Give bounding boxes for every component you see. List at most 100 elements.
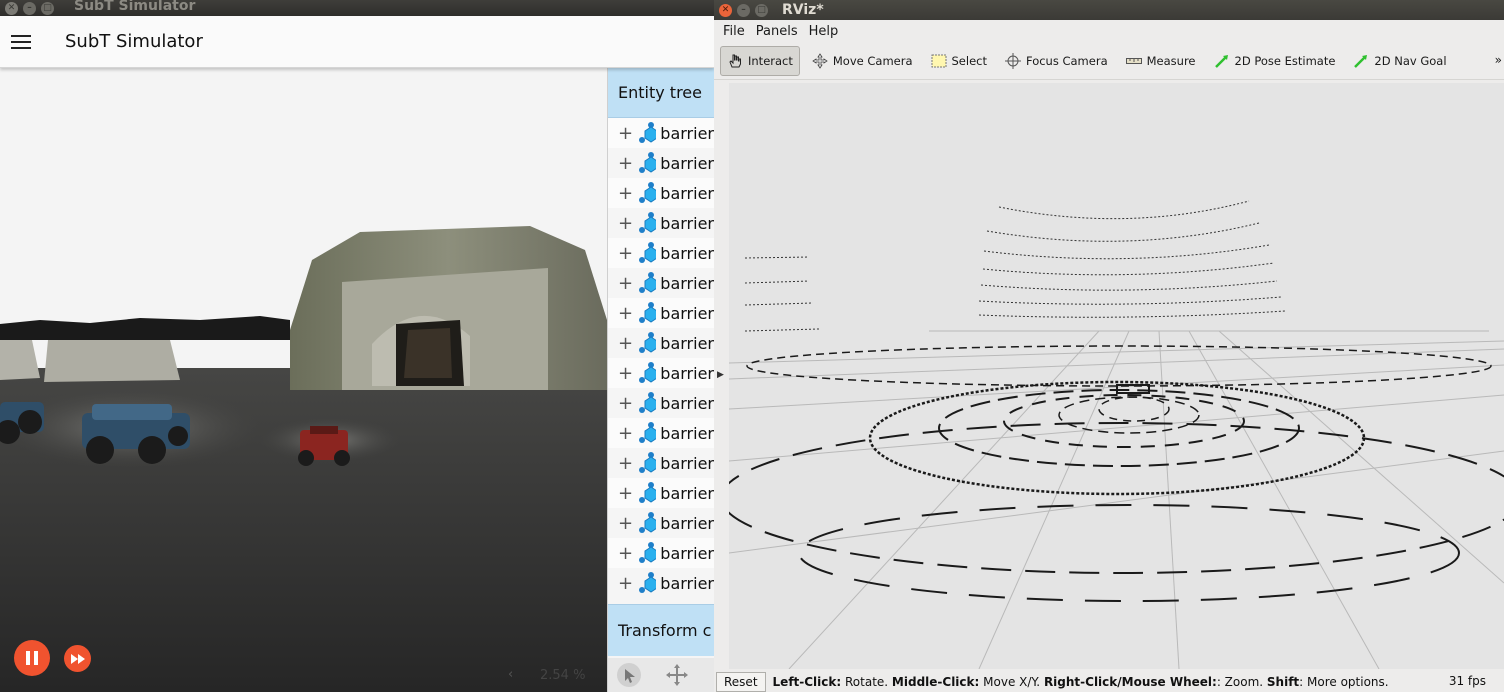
minimize-icon[interactable]: – <box>737 3 750 17</box>
rviz-3d-viewport[interactable] <box>720 83 1504 670</box>
model-icon <box>639 542 657 563</box>
select-icon <box>931 54 947 68</box>
tool-interact[interactable]: Interact <box>720 46 800 76</box>
tree-item[interactable]: + barrier <box>608 448 714 478</box>
hint-text: Move X/Y. <box>979 674 1044 689</box>
model-icon <box>639 212 657 233</box>
expand-icon[interactable]: + <box>618 393 633 414</box>
window-title: RViz* <box>782 2 824 18</box>
tool-measure[interactable]: Measure <box>1120 46 1202 76</box>
expand-icon[interactable]: + <box>618 513 633 534</box>
tool-label: Interact <box>748 54 793 68</box>
expand-icon[interactable]: + <box>618 543 633 564</box>
tree-item[interactable]: + barrier <box>608 298 714 328</box>
expand-icon[interactable]: + <box>618 153 633 174</box>
expand-icon[interactable]: + <box>618 333 633 354</box>
menu-bar: File Panels Help <box>714 20 1504 43</box>
hint-key: Left-Click: <box>772 674 842 689</box>
tree-item[interactable]: + barrier <box>608 208 714 238</box>
tree-item-label: barrier <box>660 153 714 173</box>
subt-titlebar: ✕ – □ SubT Simulator <box>0 0 714 16</box>
tree-item[interactable]: + barrier <box>608 238 714 268</box>
hint-text: : Zoom. <box>1216 674 1267 689</box>
tree-item-label: barrier <box>660 453 714 473</box>
tree-item[interactable]: + barrier <box>608 148 714 178</box>
entity-tree-header[interactable]: Entity tree <box>608 68 714 118</box>
expand-icon[interactable]: + <box>618 453 633 474</box>
close-icon[interactable]: ✕ <box>719 3 732 17</box>
tree-item[interactable]: + barrier <box>608 328 714 358</box>
model-icon <box>639 302 657 323</box>
robot-3 <box>298 426 350 466</box>
expand-icon[interactable]: + <box>618 573 633 594</box>
menu-help[interactable]: Help <box>809 24 839 39</box>
step-forward-button[interactable] <box>64 645 91 672</box>
model-icon <box>639 242 657 263</box>
expand-icon[interactable]: + <box>618 273 633 294</box>
tree-item-label: barrier <box>660 213 714 233</box>
tool-2d-nav-goal[interactable]: 2D Nav Goal <box>1347 46 1452 76</box>
expand-icon[interactable]: + <box>618 243 633 264</box>
menu-file[interactable]: File <box>723 24 745 39</box>
close-icon[interactable]: ✕ <box>5 1 18 15</box>
pose-arrow-icon <box>1214 53 1230 69</box>
3d-scene-viewport[interactable] <box>0 68 607 692</box>
tool-2d-pose-estimate[interactable]: 2D Pose Estimate <box>1208 46 1342 76</box>
tree-item[interactable]: + barrier <box>608 568 714 598</box>
select-mode-icon[interactable] <box>616 662 642 688</box>
expand-icon[interactable]: + <box>618 213 633 234</box>
tree-item[interactable]: + barrier <box>608 268 714 298</box>
tool-label: Measure <box>1146 54 1196 68</box>
app-header: SubT Simulator <box>0 16 714 68</box>
menu-icon[interactable] <box>11 31 31 53</box>
expand-icon[interactable]: + <box>618 303 633 324</box>
tree-item[interactable]: + barrier <box>608 388 714 418</box>
maximize-icon[interactable]: □ <box>755 3 768 17</box>
minimize-icon[interactable]: – <box>23 1 36 15</box>
zoom-decrease-icon[interactable]: ‹ <box>508 667 513 682</box>
nav-goal-arrow-icon <box>1353 53 1369 69</box>
model-icon <box>639 152 657 173</box>
pause-button[interactable] <box>14 640 50 676</box>
tree-item[interactable]: + barrier <box>608 358 714 388</box>
tool-focus-camera[interactable]: Focus Camera <box>999 46 1114 76</box>
maximize-icon[interactable]: □ <box>41 1 54 15</box>
tree-item-label: barrier <box>660 183 714 203</box>
ruler-icon <box>1125 57 1142 65</box>
hint-key: Shift <box>1266 674 1300 689</box>
tree-item[interactable]: + barrier <box>608 418 714 448</box>
tool-move-camera[interactable]: Move Camera <box>806 46 919 76</box>
model-icon <box>639 272 657 293</box>
expand-icon[interactable]: + <box>618 363 633 384</box>
expand-icon[interactable]: + <box>618 483 633 504</box>
tree-item-label: barrier <box>660 243 714 263</box>
tool-label: Move Camera <box>832 54 913 68</box>
expand-icon[interactable]: + <box>618 423 633 444</box>
tool-select[interactable]: Select <box>925 46 993 76</box>
zoom-level: 2.54 % <box>540 668 586 683</box>
tree-item-label: barrier <box>660 513 714 533</box>
expand-icon[interactable]: + <box>618 123 633 144</box>
tool-label: Focus Camera <box>1025 54 1108 68</box>
tree-item-label: barrier <box>660 303 714 323</box>
tree-item[interactable]: + barrier <box>608 178 714 208</box>
toolbar-overflow-icon[interactable]: » <box>1495 53 1502 67</box>
status-bar: Reset Left-Click: Rotate. Middle-Click: … <box>714 671 1504 692</box>
expand-icon[interactable]: + <box>618 183 633 204</box>
translate-mode-icon[interactable] <box>664 662 690 688</box>
point-cloud-render <box>720 83 1504 670</box>
fps-counter: 31 fps <box>1448 674 1486 688</box>
tree-item[interactable]: + barrier <box>608 118 714 148</box>
tree-item[interactable]: + barrier <box>608 538 714 568</box>
menu-panels[interactable]: Panels <box>756 24 798 39</box>
tree-item[interactable]: + barrier <box>608 478 714 508</box>
transform-control-header[interactable]: Transform c <box>608 604 714 656</box>
entity-tree-list: + barrier + barrier + barrier + barrier + barrier… <box>608 118 714 598</box>
model-icon <box>639 572 657 593</box>
left-dock-toggle-icon[interactable]: ▶ <box>717 370 724 380</box>
rviz-titlebar: ✕ – □ RViz* <box>714 0 1504 20</box>
tree-item-label: barrier <box>660 123 714 143</box>
reset-button[interactable]: Reset <box>716 671 766 692</box>
tree-item[interactable]: + barrier <box>608 508 714 538</box>
scene-render <box>0 68 607 692</box>
